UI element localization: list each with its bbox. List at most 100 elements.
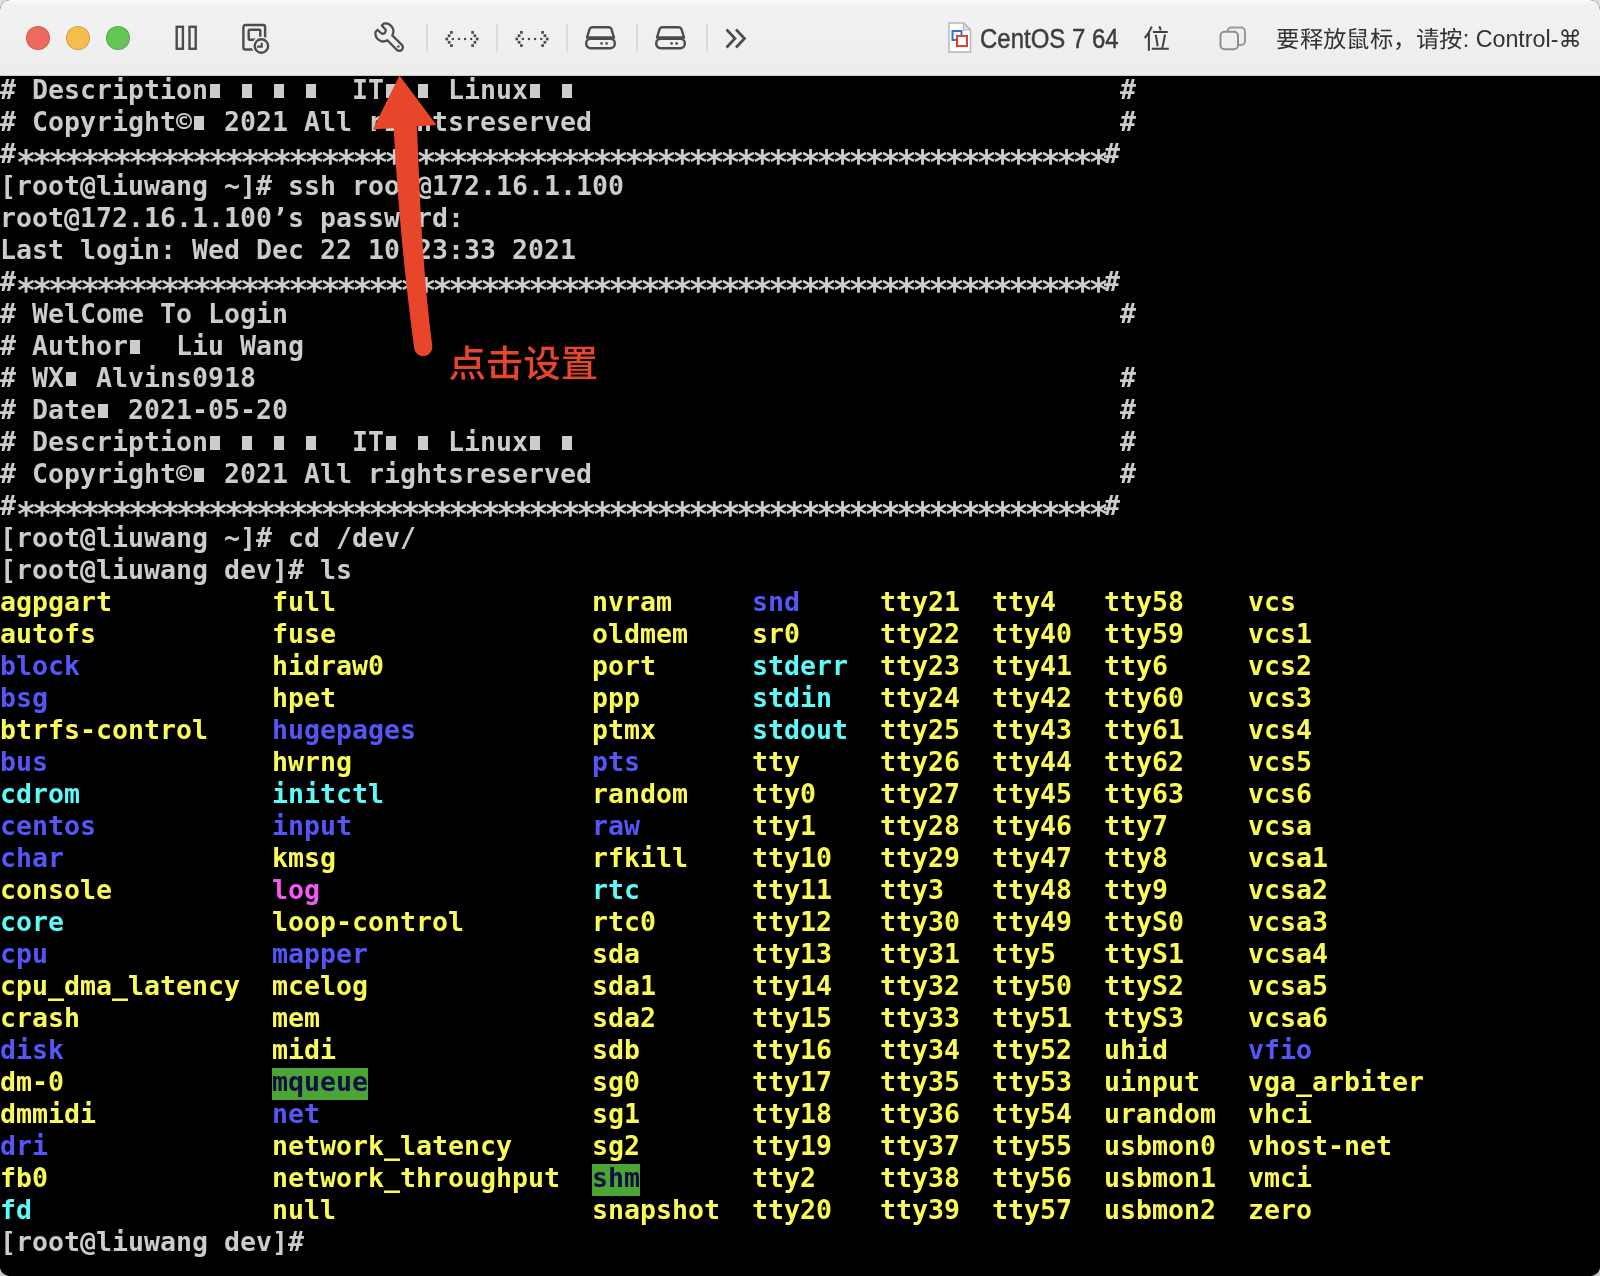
ls-entry: pts	[592, 746, 640, 778]
ls-entry: tty51	[992, 1002, 1072, 1034]
undisplayable-char-block	[66, 372, 76, 385]
ls-entry: cpu	[0, 938, 48, 970]
ls-entry: network_latency	[272, 1130, 512, 1162]
undisplayable-char-block	[274, 84, 284, 97]
terminal-text: #	[1120, 394, 1136, 426]
ls-entry: tty58	[1104, 586, 1184, 618]
ls-entry: tty46	[992, 810, 1072, 842]
ls-entry: tty26	[880, 746, 960, 778]
ls-entry: tty33	[880, 1002, 960, 1034]
more-toolbar-items-button[interactable]	[723, 27, 753, 51]
settings-wrench-button[interactable]	[370, 18, 410, 58]
ls-entry: mem	[272, 1002, 320, 1034]
ls-entry: usbmon2	[1104, 1194, 1216, 1226]
ls-entry: input	[272, 810, 352, 842]
undisplayable-char-block	[418, 436, 428, 449]
ls-entry: tty56	[992, 1162, 1072, 1194]
ls-entry: tty57	[992, 1194, 1072, 1226]
network-adapter-button[interactable]	[444, 29, 480, 49]
close-button[interactable]	[26, 26, 50, 50]
terminal-text: # Copyright©	[0, 458, 192, 490]
ls-entry: uinput	[1104, 1066, 1200, 1098]
ls-entry: tty44	[992, 746, 1072, 778]
ls-entry: rtc0	[592, 906, 656, 938]
ls-entry: vmci	[1248, 1162, 1312, 1194]
ls-entry: zero	[1248, 1194, 1312, 1226]
ls-entry: vcsa3	[1248, 906, 1328, 938]
ls-entry: tty28	[880, 810, 960, 842]
ls-entry: loop-control	[272, 906, 464, 938]
terminal-text: # Date	[0, 394, 96, 426]
undisplayable-char-block	[242, 436, 252, 449]
terminal-text: Linux	[448, 426, 528, 458]
terminal-text: Linux	[448, 74, 528, 106]
ls-entry: tty15	[752, 1002, 832, 1034]
ls-entry: tty60	[1104, 682, 1184, 714]
cd-dvd-button[interactable]	[654, 25, 687, 52]
pause-button[interactable]	[172, 22, 204, 54]
ls-entry: cpu_dma_latency	[0, 970, 240, 1002]
ls-entry: vcs	[1248, 586, 1296, 618]
terminal-text: #	[1120, 74, 1136, 106]
terminal-text: 2021 All rightsreserved	[224, 458, 592, 490]
undisplayable-char-block	[306, 436, 316, 449]
ls-entry: vcs3	[1248, 682, 1312, 714]
vm-document-icon	[947, 22, 972, 53]
terminal-text: [root@liuwang ~]# cd /dev/	[0, 522, 416, 554]
undisplayable-char-block	[274, 436, 284, 449]
ls-entry: tty47	[992, 842, 1072, 874]
ls-entry: tty19	[752, 1130, 832, 1162]
ls-entry: stdout	[752, 714, 848, 746]
terminal-screen[interactable]: # DescriptionITLinux## Copyright©2021 Al…	[0, 76, 1600, 1276]
ls-entry: centos	[0, 810, 96, 842]
ls-entry: bus	[0, 746, 48, 778]
ls-entry: vcs2	[1248, 650, 1312, 682]
terminal-text: #	[1104, 266, 1120, 298]
window-title: CentOS 7 64	[980, 0, 1119, 76]
ls-entry: log	[272, 874, 320, 906]
ls-entry: uhid	[1104, 1034, 1168, 1066]
ls-entry: tty40	[992, 618, 1072, 650]
window-title-cjk	[1143, 25, 1170, 52]
terminal-text: Liu Wang	[176, 330, 304, 362]
undisplayable-char-block	[562, 84, 572, 97]
ls-entry: tty41	[992, 650, 1072, 682]
ls-entry: tty30	[880, 906, 960, 938]
terminal-text: [root@liuwang ~]# ssh root@172.16.1.100	[0, 170, 624, 202]
terminal-text: #	[0, 266, 16, 298]
titlebar: CentOS 7 64 : Control-⌘	[0, 0, 1600, 76]
ls-entry: hidraw0	[272, 650, 384, 682]
zoom-button[interactable]	[106, 26, 130, 50]
ls-entry: nvram	[592, 586, 672, 618]
ls-entry: net	[272, 1098, 320, 1130]
ls-entry: tty23	[880, 650, 960, 682]
vm-window: CentOS 7 64 : Control-⌘ # DescriptionITL…	[0, 0, 1600, 1276]
ls-entry: vga_arbiter	[1248, 1066, 1424, 1098]
ls-entry: tty6	[1104, 650, 1168, 682]
hard-disk-button[interactable]	[584, 25, 617, 52]
snapshots-button[interactable]	[238, 20, 274, 56]
release-hint-cjk	[1439, 27, 1462, 50]
ls-entry: rfkill	[592, 842, 688, 874]
minimize-button[interactable]	[66, 26, 90, 50]
ls-entry: stdin	[752, 682, 832, 714]
ls-entry: tty50	[992, 970, 1072, 1002]
ls-entry: snapshot	[592, 1194, 720, 1226]
release-hint-cjk	[1416, 27, 1439, 50]
ls-entry: tty63	[1104, 778, 1184, 810]
ls-entry: tty21	[880, 586, 960, 618]
ls-entry: tty53	[992, 1066, 1072, 1098]
ls-entry: tty14	[752, 970, 832, 1002]
ls-entry: tty12	[752, 906, 832, 938]
ls-entry: tty	[752, 746, 800, 778]
ls-entry: mapper	[272, 938, 368, 970]
command-key-symbol: ⌘	[1559, 25, 1582, 52]
ls-entry: autofs	[0, 618, 96, 650]
ls-entry: full	[272, 586, 336, 618]
network-adapter-2-button[interactable]	[514, 29, 550, 49]
ls-entry: oldmem	[592, 618, 688, 650]
undisplayable-char-block	[194, 468, 204, 481]
ls-entry: midi	[272, 1034, 336, 1066]
ls-entry: vcs4	[1248, 714, 1312, 746]
ls-entry: tty11	[752, 874, 832, 906]
